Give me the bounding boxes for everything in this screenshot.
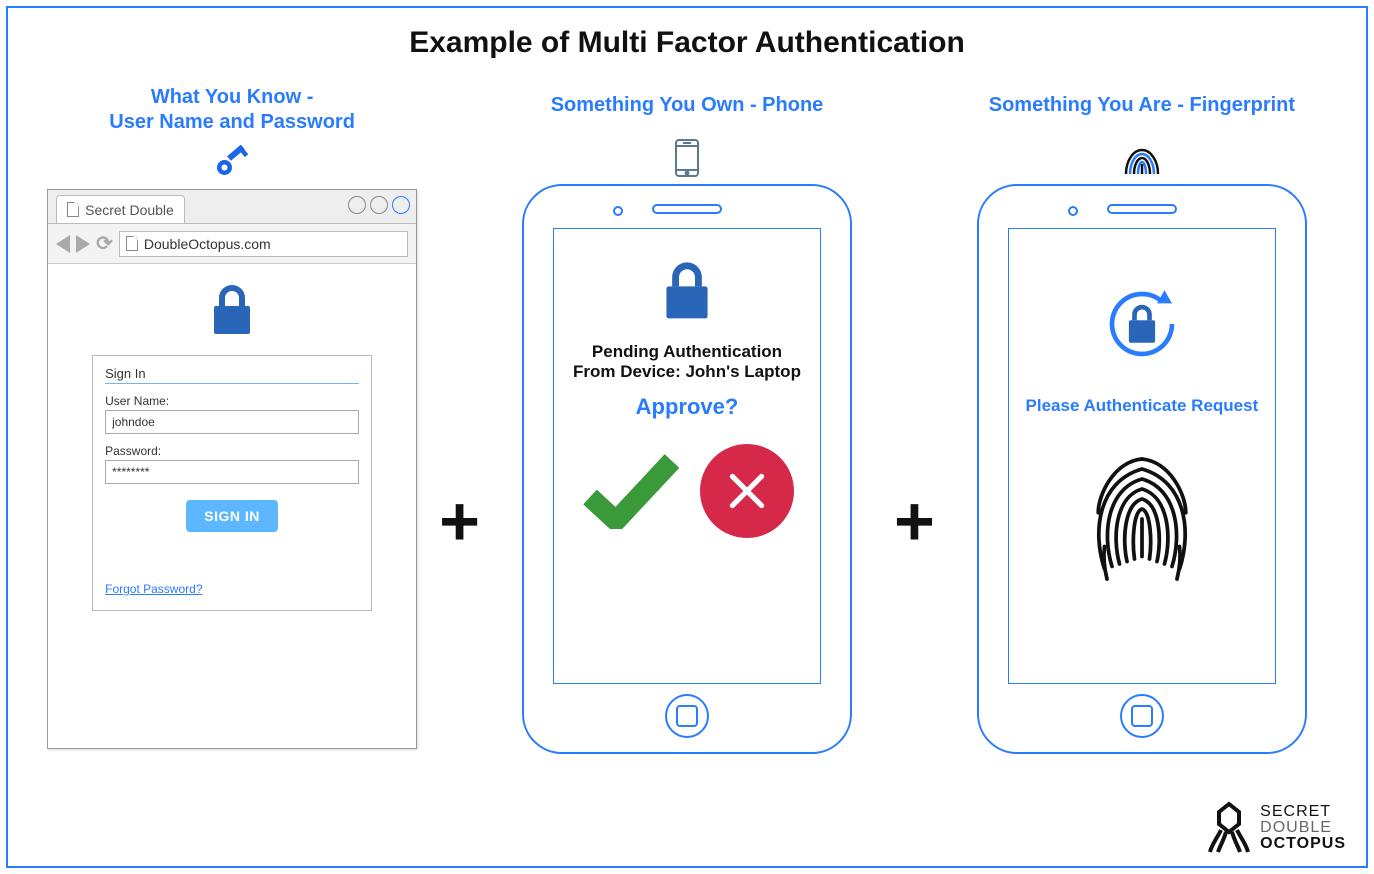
pending-message: Pending AuthenticationFrom Device: John'… [573, 342, 801, 382]
browser-tab[interactable]: Secret Double [56, 195, 185, 223]
browser-window: Secret Double ⟳ DoubleOctopus.com [47, 189, 417, 749]
document-icon [126, 236, 138, 251]
authenticate-message: Please Authenticate Request [1026, 396, 1259, 416]
username-input[interactable] [105, 410, 359, 434]
phone-approve: Pending AuthenticationFrom Device: John'… [522, 184, 852, 754]
phone-home-button[interactable] [665, 694, 709, 738]
lock-refresh-icon [1097, 279, 1187, 374]
window-buttons [348, 196, 410, 214]
approve-button[interactable] [580, 449, 680, 534]
signin-form: Sign In User Name: Password: SIGN IN For… [92, 355, 372, 611]
phone-screen: Pending AuthenticationFrom Device: John'… [553, 228, 821, 684]
phone-camera [1068, 206, 1078, 216]
phone-speaker [1107, 204, 1177, 214]
nav-back-icon[interactable] [56, 235, 70, 253]
username-label: User Name: [105, 394, 359, 408]
factor-are-heading: Something You Are - Fingerprint [989, 78, 1295, 132]
phone-speaker [652, 204, 722, 214]
phone-biometric: Please Authenticate Request [977, 184, 1307, 754]
approve-deny-row [580, 444, 794, 538]
key-icon [214, 143, 250, 183]
reload-icon[interactable]: ⟳ [96, 231, 113, 256]
page-title: Example of Multi Factor Authentication [8, 26, 1366, 60]
browser-page: Sign In User Name: Password: SIGN IN For… [48, 264, 416, 748]
fingerprint-arch-icon [1120, 138, 1164, 178]
password-input[interactable] [105, 460, 359, 484]
lock-icon [207, 282, 257, 343]
factor-own-column: Something You Own - Phone [492, 78, 882, 754]
brand-text: SECRET DOUBLE OCTOPUS [1260, 804, 1346, 852]
deny-button[interactable] [700, 444, 794, 538]
columns: What You Know -User Name and Password Se… [8, 78, 1366, 754]
phone-icon [674, 138, 700, 178]
address-url: DoubleOctopus.com [144, 236, 271, 252]
factor-are-column: Something You Are - Fingerprint [947, 78, 1337, 754]
window-btn-max[interactable] [370, 196, 388, 214]
signin-button[interactable]: SIGN IN [186, 500, 278, 532]
tab-title: Secret Double [85, 202, 174, 218]
document-icon [67, 202, 79, 217]
approve-prompt: Approve? [636, 394, 739, 420]
nav-forward-icon[interactable] [76, 235, 90, 253]
phone-camera [613, 206, 623, 216]
phone-screen: Please Authenticate Request [1008, 228, 1276, 684]
password-label: Password: [105, 444, 359, 458]
plus-icon: + [894, 481, 935, 561]
window-btn-close[interactable] [392, 196, 410, 214]
signin-heading: Sign In [105, 366, 359, 384]
forgot-password-link[interactable]: Forgot Password? [105, 582, 359, 596]
phone-home-button[interactable] [1120, 694, 1164, 738]
factor-own-heading: Something You Own - Phone [551, 78, 824, 132]
factor-know-heading: What You Know -User Name and Password [109, 83, 355, 137]
window-btn-min[interactable] [348, 196, 366, 214]
plus-icon: + [439, 481, 480, 561]
address-bar[interactable]: DoubleOctopus.com [119, 231, 408, 257]
diagram-frame: Example of Multi Factor Authentication W… [6, 6, 1368, 868]
fingerprint-icon[interactable] [1077, 444, 1207, 599]
octopus-icon [1206, 800, 1252, 856]
factor-know-column: What You Know -User Name and Password Se… [37, 83, 427, 749]
browser-toolbar: ⟳ DoubleOctopus.com [48, 224, 416, 264]
lock-icon [659, 259, 715, 328]
brand-logo: SECRET DOUBLE OCTOPUS [1206, 800, 1346, 856]
browser-tabbar: Secret Double [48, 190, 416, 224]
